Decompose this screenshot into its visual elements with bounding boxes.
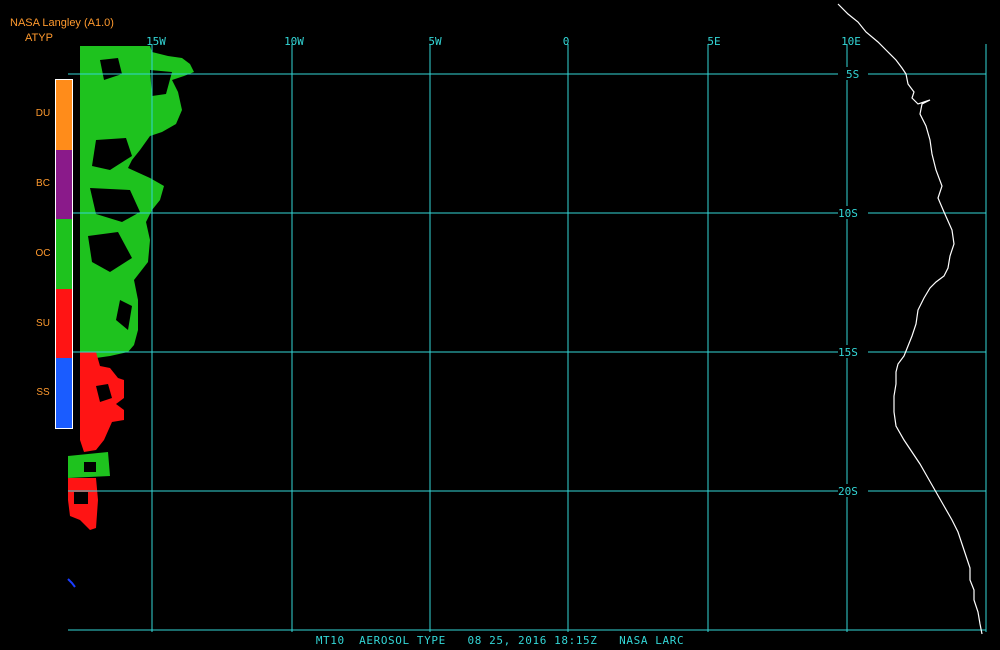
lon-label: 10W xyxy=(284,35,304,48)
lat-label: 15S xyxy=(838,346,858,359)
lat-label: 20S xyxy=(838,485,858,498)
lon-label: 0 xyxy=(563,35,570,48)
lon-label: 5E xyxy=(707,35,720,48)
lat-label: 10S xyxy=(838,207,858,220)
map-title: NASA Langley (A1.0) xyxy=(10,17,114,29)
lon-label: 5W xyxy=(428,35,442,48)
aerosol-su-region xyxy=(80,352,124,452)
product-footer: MT10 AEROSOL TYPE 08 25, 2016 18:15Z NAS… xyxy=(315,634,685,647)
lon-label: 10E xyxy=(841,35,861,48)
lon-label: 15W xyxy=(146,35,166,48)
latitude-labels: 5S 10S 15S 20S xyxy=(838,67,868,498)
coastline xyxy=(837,3,983,635)
longitude-labels: 15W 10W 5W 0 5E 10E xyxy=(146,35,861,48)
legend-label-ss: SS xyxy=(36,387,50,398)
aerosol-ss-blip xyxy=(67,578,76,588)
lat-label: 5S xyxy=(846,68,859,81)
map-canvas: 15W 10W 5W 0 5E 10E 5S 10S 15S 20S xyxy=(67,3,987,635)
legend-label-su: SU xyxy=(36,318,50,329)
legend-label-oc: OC xyxy=(35,248,51,259)
graticule xyxy=(68,44,987,632)
product-code: ATYP xyxy=(25,32,53,44)
legend-label-bc: BC xyxy=(36,178,50,189)
legend-label-du: DU xyxy=(35,108,51,119)
aerosol-swath xyxy=(67,46,194,588)
